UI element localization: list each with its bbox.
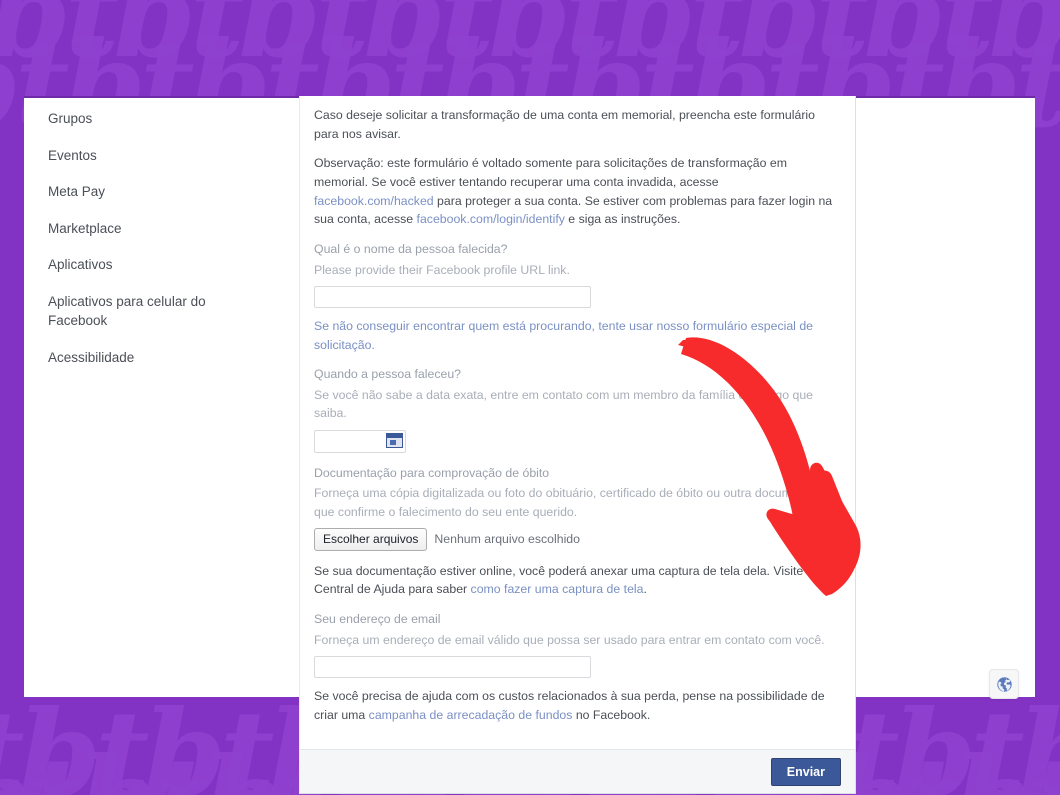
sidebar-item-marketplace[interactable]: Marketplace (48, 214, 223, 244)
settings-sidebar: Grupos Eventos Meta Pay Marketplace Apli… (48, 104, 288, 380)
hacked-link[interactable]: facebook.com/hacked (314, 194, 434, 208)
screenshot-note-text: Se sua documentação estiver online, você… (314, 562, 841, 599)
sidebar-item-grupos[interactable]: Grupos (48, 104, 223, 134)
death-date-field-wrap (314, 429, 406, 453)
deceased-name-input[interactable] (314, 286, 591, 308)
form-body: Caso deseje solicitar a transformação de… (300, 96, 855, 749)
fundraiser-part2: no Facebook. (572, 707, 651, 722)
login-identify-link[interactable]: facebook.com/login/identify (417, 212, 565, 226)
choose-files-button[interactable]: Escolher arquivos (314, 528, 428, 551)
file-upload-row: Escolher arquivos Nenhum arquivo escolhi… (314, 528, 841, 551)
submit-button[interactable]: Enviar (770, 757, 841, 786)
email-hint: Forneça um endereço de email válido que … (314, 632, 825, 647)
death-date-hint: Se você não sabe a data exata, entre em … (314, 387, 813, 421)
form-note-text: Observação: este formulário é voltado so… (314, 154, 841, 229)
deceased-name-hint: Please provide their Facebook profile UR… (314, 262, 570, 277)
globe-icon (996, 676, 1012, 692)
form-intro-text: Caso deseje solicitar a transformação de… (314, 108, 815, 141)
note-part1: Observação: este formulário é voltado so… (314, 156, 787, 190)
fundraiser-link[interactable]: campanha de arrecadação de fundos (369, 708, 573, 722)
deceased-name-label: Qual é o nome da pessoa falecida? (314, 242, 508, 257)
sidebar-item-meta-pay[interactable]: Meta Pay (48, 177, 223, 207)
documentation-hint: Forneça uma cópia digitalizada ou foto d… (314, 486, 836, 519)
screenshot-note-part2: . (643, 582, 647, 597)
form-footer: Enviar (300, 749, 855, 794)
sidebar-item-aplicativos[interactable]: Aplicativos (48, 250, 223, 280)
documentation-label: Documentação para comprovação de óbito (314, 465, 550, 480)
fundraiser-note-text: Se você precisa de ajuda com os custos r… (314, 687, 841, 724)
email-input[interactable] (314, 656, 591, 679)
calendar-icon[interactable] (386, 432, 403, 448)
selected-file-status: Nenhum arquivo escolhido (434, 532, 580, 547)
sidebar-item-acessibilidade[interactable]: Acessibilidade (48, 343, 223, 373)
special-request-link[interactable]: Se não conseguir encontrar quem está pro… (314, 317, 841, 354)
sidebar-item-eventos[interactable]: Eventos (48, 141, 223, 171)
memorialization-form-panel: Caso deseje solicitar a transformação de… (299, 96, 856, 795)
email-label: Seu endereço de email (314, 612, 441, 627)
note-part3: e siga as instruções. (564, 212, 681, 227)
death-date-label: Quando a pessoa faleceu? (314, 367, 461, 382)
language-button[interactable] (989, 669, 1019, 699)
sidebar-item-aplicativos-celular[interactable]: Aplicativos para celular do Facebook (48, 287, 223, 336)
how-to-screenshot-link[interactable]: como fazer uma captura de tela (471, 582, 644, 596)
